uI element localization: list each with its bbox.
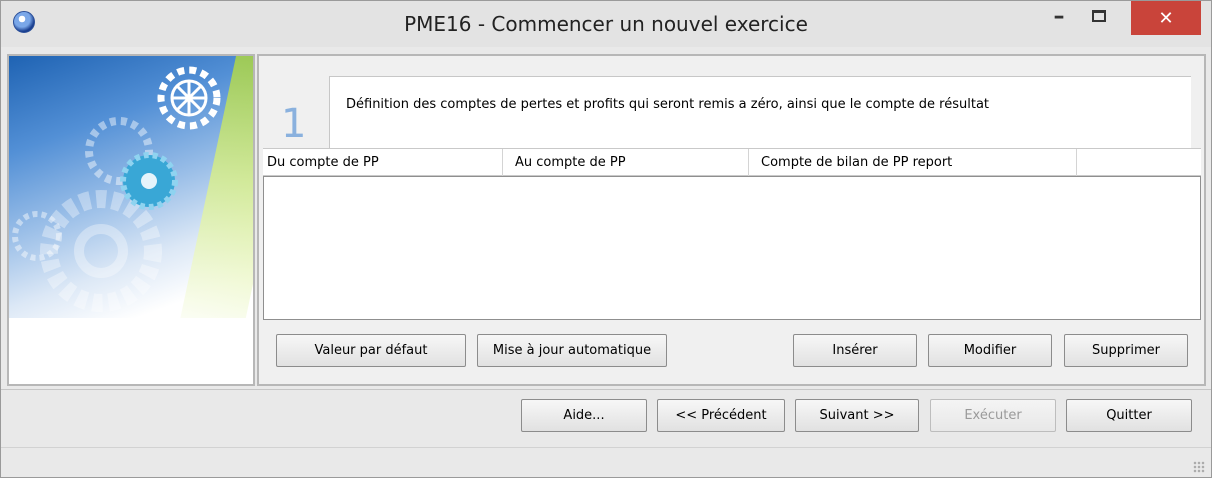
delete-button[interactable]: Supprimer <box>1064 334 1188 367</box>
wizard-window: PME16 - Commencer un nouvel exercice – ✕ <box>0 0 1212 478</box>
status-bar-separator <box>1 447 1211 448</box>
close-button[interactable]: ✕ <box>1131 1 1201 35</box>
wizard-main-panel: 1 Définition des comptes de pertes et pr… <box>257 54 1206 386</box>
minimize-button[interactable]: – <box>1041 1 1077 31</box>
modify-button[interactable]: Modifier <box>928 334 1052 367</box>
auto-update-button[interactable]: Mise à jour automatique <box>477 334 667 367</box>
insert-button[interactable]: Insérer <box>793 334 917 367</box>
column-header-from-account[interactable]: Du compte de PP <box>263 149 503 177</box>
step-description: Définition des comptes de pertes et prof… <box>346 97 990 112</box>
gears-graphic <box>12 66 221 312</box>
maximize-icon <box>1092 10 1106 22</box>
footer-separator <box>1 389 1211 390</box>
column-header-empty <box>1077 149 1201 177</box>
grid-header: Du compte de PP Au compte de PP Compte d… <box>263 148 1201 177</box>
default-value-button[interactable]: Valeur par défaut <box>276 334 466 367</box>
execute-button[interactable]: Exécuter <box>930 399 1056 432</box>
column-header-to-account[interactable]: Au compte de PP <box>503 149 749 177</box>
resize-grip-icon[interactable] <box>1193 461 1205 473</box>
help-button[interactable]: Aide... <box>521 399 647 432</box>
quit-button[interactable]: Quitter <box>1066 399 1192 432</box>
window-title: PME16 - Commencer un nouvel exercice <box>404 12 808 36</box>
previous-button[interactable]: << Précédent <box>657 399 785 432</box>
close-icon: ✕ <box>1158 7 1174 29</box>
step-description-box: Définition des comptes de pertes et prof… <box>329 76 1191 148</box>
wizard-gears-illustration <box>9 56 253 318</box>
column-header-balance-account[interactable]: Compte de bilan de PP report <box>749 149 1077 177</box>
step-number: 1 <box>281 101 307 147</box>
accounts-grid[interactable] <box>263 176 1201 320</box>
title-bar[interactable]: PME16 - Commencer un nouvel exercice – ✕ <box>1 1 1211 47</box>
maximize-button[interactable] <box>1081 1 1117 31</box>
wizard-side-panel <box>7 54 255 386</box>
next-button[interactable]: Suivant >> <box>795 399 919 432</box>
minimize-icon: – <box>1053 3 1065 29</box>
